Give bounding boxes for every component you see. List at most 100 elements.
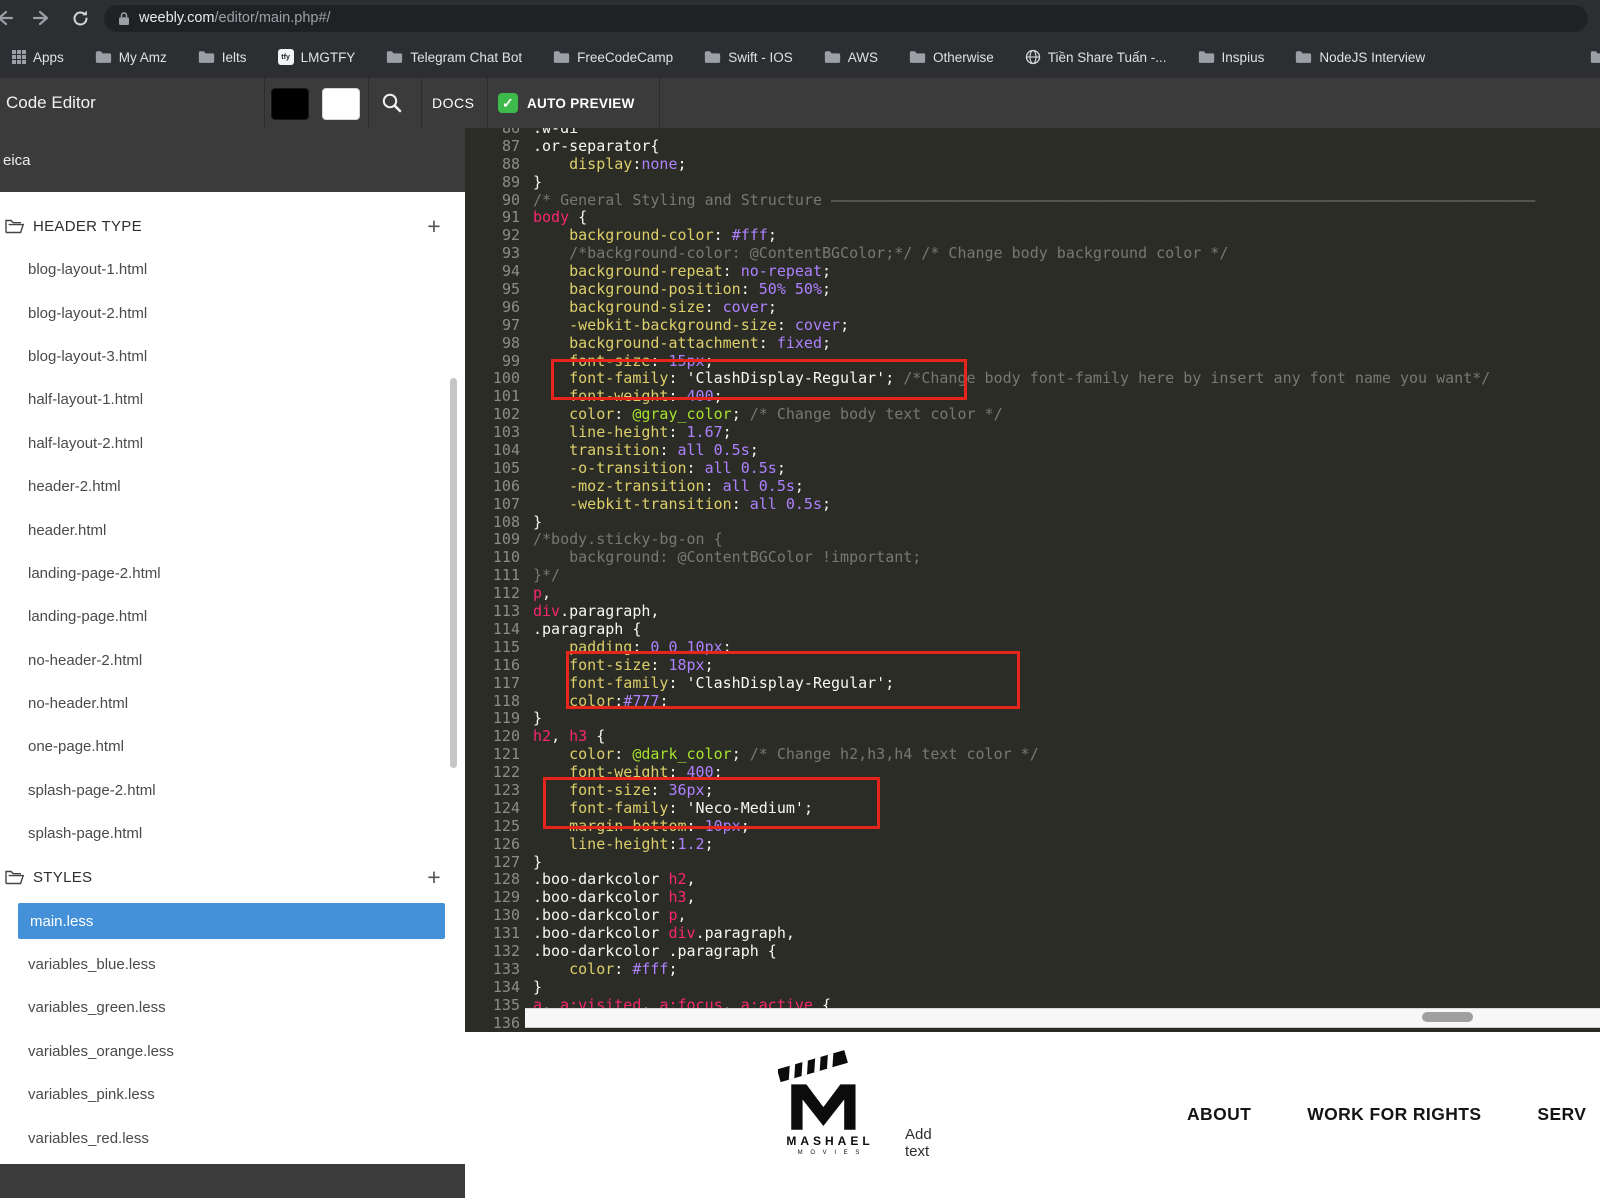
line-number: 125 [492, 816, 520, 835]
code-line: 86 .w-di [465, 128, 1600, 138]
bookmark-label: Tiền Share Tuấn -... [1047, 49, 1167, 65]
search-icon[interactable] [380, 91, 403, 119]
code-editor[interactable]: 86 .w-di 87 .or-separator{88 display:none; 8… [465, 128, 1600, 1032]
code-line: 118 color:#777; [465, 692, 1600, 711]
line-number: 114 [492, 619, 520, 638]
nav-link[interactable]: SERV [1537, 1104, 1586, 1125]
bookmark-item[interactable]: Apps [12, 50, 64, 65]
bookmark-item[interactable]: tfy LMGTFY [277, 49, 356, 65]
line-number: 108 [492, 512, 520, 531]
bookmark-item[interactable]: Swift - IOS [704, 50, 793, 65]
file-item[interactable]: blog-layout-1.html [0, 248, 465, 291]
add-text-placeholder[interactable]: Add text [905, 1126, 951, 1161]
file-item[interactable]: half-layout-1.html [0, 378, 465, 421]
bookmark-item[interactable]: Inspius [1198, 50, 1264, 65]
file-item[interactable]: no-header.html [0, 682, 465, 725]
add-file-button[interactable]: + [427, 214, 441, 238]
back-icon[interactable] [0, 6, 16, 30]
file-item[interactable]: variables_blue.less [0, 943, 465, 986]
docs-button[interactable]: DOCS [432, 78, 474, 128]
file-item[interactable]: variables_orange.less [0, 1030, 465, 1073]
color-swatch-black[interactable] [271, 88, 309, 120]
line-number: 126 [492, 834, 520, 853]
line-number: 122 [492, 763, 520, 782]
line-number: 90 [501, 190, 520, 209]
code-line: 117 font-family: 'ClashDisplay-Regular'; [465, 674, 1600, 693]
code-line: 93 /*background-color: @ContentBGColor;*… [465, 244, 1600, 263]
sidebar-scrollbar[interactable] [450, 378, 457, 768]
reload-icon[interactable] [68, 6, 92, 30]
file-item[interactable]: blog-layout-3.html [0, 335, 465, 378]
nav-link[interactable]: ABOUT [1187, 1104, 1251, 1125]
file-item[interactable]: variables_green.less [0, 986, 465, 1029]
file-item[interactable]: half-layout-2.html [0, 422, 465, 465]
url-bar[interactable]: weebly.com/editor/main.php#/ [104, 4, 1588, 32]
file-item[interactable]: no-header-2.html [0, 639, 465, 682]
bookmark-item[interactable]: Tiền Share Tuấn -... [1025, 49, 1167, 65]
bookmark-item[interactable]: FreeCodeCamp [553, 50, 673, 65]
bookmark-label: Ielts [221, 49, 247, 65]
bookmark-item[interactable]: NodeJS Interview [1295, 50, 1425, 65]
open-folder-icon [5, 870, 24, 885]
checkbox-checked-icon[interactable]: ✓ [498, 93, 518, 113]
bookmark-item[interactable]: Telegram Chat Bot [386, 50, 522, 65]
file-item[interactable]: splash-page.html [0, 812, 465, 855]
folder-icon [198, 51, 214, 63]
color-swatch-white[interactable] [322, 88, 360, 120]
add-file-button[interactable]: + [427, 865, 441, 889]
file-item[interactable]: landing-page-2.html [0, 552, 465, 595]
code-line: 128 .boo-darkcolor h2, [465, 871, 1600, 889]
line-number: 121 [492, 745, 520, 764]
bookmark-item[interactable]: Ielts [198, 50, 247, 65]
scrollbar-thumb[interactable] [1422, 1012, 1473, 1022]
line-number: 105 [492, 458, 520, 477]
file-item[interactable]: header-2.html [0, 465, 465, 508]
bookmarks-bar: Apps My Amz Ielts tfy LMGTFY Telegram Chat Bo… [0, 36, 1600, 78]
line-number: 123 [492, 780, 520, 799]
file-item[interactable]: variables_pink.less [0, 1073, 465, 1116]
file-item[interactable]: one-page.html [0, 725, 465, 768]
bookmark-label: NodeJS Interview [1319, 49, 1426, 65]
theme-name-label: eica [3, 151, 31, 169]
auto-preview-toggle[interactable]: ✓ AUTO PREVIEW [498, 78, 635, 128]
line-number: 107 [492, 494, 520, 513]
code-line: 89} [465, 173, 1600, 192]
code-line: 109/*body.sticky-bg-on { [465, 531, 1600, 549]
browser-nav-buttons [0, 6, 92, 30]
code-line: 92 background-color: #fff; [465, 226, 1600, 245]
lmgtfy-favicon: tfy [277, 49, 294, 65]
file-item[interactable]: header.html [0, 508, 465, 551]
line-number: 131 [492, 924, 520, 943]
nav-link[interactable]: WORK FOR RIGHTS [1307, 1104, 1481, 1125]
bookmark-item[interactable]: Otherwise [909, 50, 994, 65]
horizontal-scrollbar[interactable] [525, 1008, 1600, 1028]
code-line: 104 transition: all 0.5s; [465, 441, 1600, 460]
preview-nav: ABOUT WORK FOR RIGHTS SERV [1187, 1104, 1586, 1125]
bookmark-item[interactable]: AWS [824, 50, 878, 65]
bookmark-item[interactable] [1590, 50, 1600, 64]
line-number: 135 [492, 995, 520, 1014]
file-item[interactable]: main.less [18, 903, 445, 940]
toolbar-divider [487, 78, 488, 128]
code-line: 124 font-family: 'Neco-Medium'; [465, 799, 1600, 818]
code-line: 132 .boo-darkcolor .paragraph { [465, 942, 1600, 961]
code-line: 105 -o-transition: all 0.5s; [465, 458, 1600, 478]
folder-icon [387, 51, 403, 63]
forward-icon[interactable] [30, 6, 54, 30]
file-item[interactable]: variables_red.less [0, 1116, 465, 1159]
folder-icon [909, 51, 926, 63]
line-number: 94 [501, 262, 520, 281]
code-line: 121 color: @dark_color; /* Change h2,h3,… [465, 745, 1600, 764]
bookmark-label: LMGTFY [300, 49, 356, 65]
file-item[interactable]: blog-layout-2.html [0, 291, 465, 334]
lock-icon [118, 11, 130, 26]
line-number: 102 [492, 405, 520, 424]
code-line: 107 -webkit-transition: all 0.5s; [465, 494, 1600, 514]
line-number: 93 [501, 244, 520, 263]
file-item[interactable]: landing-page.html [0, 595, 465, 638]
bookmark-label: FreeCodeCamp [577, 49, 674, 65]
file-item[interactable]: splash-page-2.html [0, 769, 465, 812]
line-number: 87 [501, 136, 520, 155]
bookmark-item[interactable]: My Amz [95, 50, 167, 65]
bookmark-label: My Amz [118, 49, 167, 65]
